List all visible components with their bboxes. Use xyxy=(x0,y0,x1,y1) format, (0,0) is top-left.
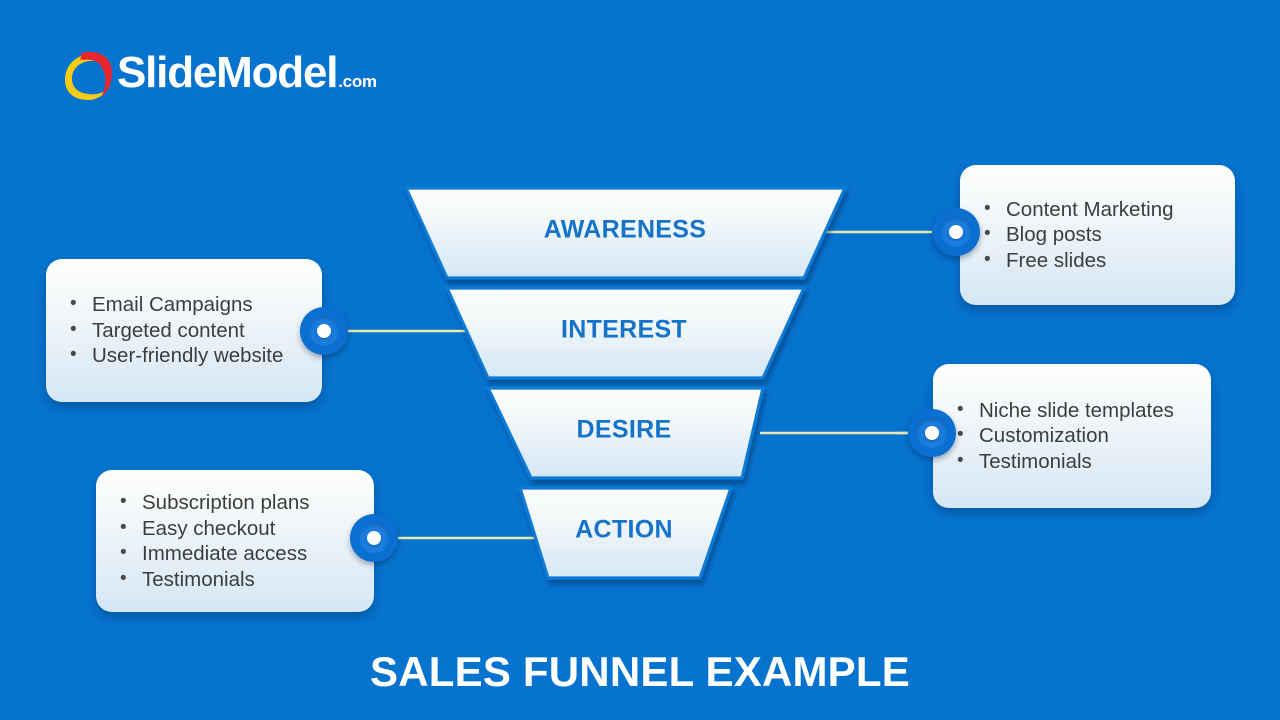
node-ring xyxy=(309,316,339,346)
list-item: Customization xyxy=(949,422,1193,449)
list-item: Blog posts xyxy=(976,221,1217,248)
page-title: SALES FUNNEL EXAMPLE xyxy=(370,648,910,695)
list-item: Niche slide templates xyxy=(949,397,1193,424)
list-item: User-friendly website xyxy=(62,342,304,369)
callout-awareness[interactable]: Content Marketing Blog posts Free slides xyxy=(960,165,1235,305)
list-item: Testimonials xyxy=(112,566,356,593)
funnel-stage-label-awareness: AWARENESS xyxy=(544,216,706,244)
node-dot xyxy=(367,531,381,545)
node-ring xyxy=(359,523,389,553)
list-item: Free slides xyxy=(976,247,1217,274)
funnel-stage-label-action: ACTION xyxy=(575,516,673,544)
node-dot xyxy=(925,426,939,440)
callout-interest[interactable]: Email Campaigns Targeted content User-fr… xyxy=(46,259,322,402)
list-item: Email Campaigns xyxy=(62,291,304,318)
list-item: Content Marketing xyxy=(976,196,1217,223)
callout-desire[interactable]: Niche slide templates Customization Test… xyxy=(933,364,1211,508)
callout-interest-list: Email Campaigns Targeted content User-fr… xyxy=(62,291,304,369)
callout-awareness-list: Content Marketing Blog posts Free slides xyxy=(976,196,1217,274)
funnel-stage-label-interest: INTEREST xyxy=(561,316,687,344)
connector-node-awareness[interactable] xyxy=(932,208,980,256)
funnel-stage-label-desire: DESIRE xyxy=(577,416,672,444)
list-item: Easy checkout xyxy=(112,515,356,542)
list-item: Subscription plans xyxy=(112,489,356,516)
connector-node-interest[interactable] xyxy=(300,307,348,355)
node-dot xyxy=(317,324,331,338)
list-item: Immediate access xyxy=(112,540,356,567)
node-dot xyxy=(949,225,963,239)
list-item: Targeted content xyxy=(62,317,304,344)
slide-canvas: SlideModel .com AWARENESS INTEREST DESIR… xyxy=(0,0,1280,720)
list-item: Testimonials xyxy=(949,448,1193,475)
node-ring xyxy=(917,418,947,448)
callout-desire-list: Niche slide templates Customization Test… xyxy=(949,397,1193,475)
callout-action[interactable]: Subscription plans Easy checkout Immedia… xyxy=(96,470,374,612)
callout-action-list: Subscription plans Easy checkout Immedia… xyxy=(112,489,356,593)
node-ring xyxy=(941,217,971,247)
connector-node-action[interactable] xyxy=(350,514,398,562)
connector-node-desire[interactable] xyxy=(908,409,956,457)
